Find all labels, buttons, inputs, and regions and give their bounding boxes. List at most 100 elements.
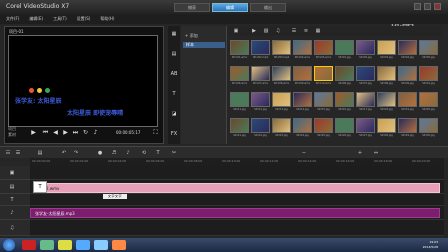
start-icon[interactable]: ⏮: [42, 129, 49, 136]
media-thumbnail[interactable]: [230, 118, 249, 133]
timeline-view-icon[interactable]: ☰: [14, 149, 22, 157]
import-icon[interactable]: ▣: [232, 27, 240, 35]
sort-icon[interactable]: ☰: [290, 27, 298, 35]
media-icon[interactable]: ▦: [170, 30, 178, 38]
video-filter-icon[interactable]: ▶: [250, 27, 258, 35]
media-thumbnail[interactable]: [314, 66, 333, 81]
overlay-track-icon[interactable]: ▤: [8, 183, 16, 191]
mode-clip[interactable]: 素材: [8, 132, 16, 138]
media-thumbnail[interactable]: [356, 92, 375, 107]
video-clip[interactable]: 2.wmv: [33, 183, 440, 193]
taskbar-app-2[interactable]: [40, 240, 54, 250]
media-thumbnail[interactable]: [377, 92, 396, 107]
zoom-out-icon[interactable]: −: [300, 149, 308, 157]
taskbar-app-4[interactable]: [76, 240, 90, 250]
toolbar-icon[interactable]: ▤: [36, 149, 44, 157]
system-clock[interactable]: 19:03 2014/5/28: [398, 240, 438, 250]
mixer-icon[interactable]: ♬: [110, 149, 118, 157]
automusic-icon[interactable]: ♪: [124, 149, 132, 157]
add-folder-button[interactable]: + 添加: [185, 33, 198, 39]
redo-icon[interactable]: ↷: [72, 149, 80, 157]
media-thumbnail[interactable]: [398, 118, 417, 133]
video-track[interactable]: [30, 166, 444, 180]
media-thumbnail[interactable]: [272, 92, 291, 107]
menu-help[interactable]: 帮助(H): [100, 14, 114, 24]
music-track-icon[interactable]: ♫: [8, 224, 16, 232]
menu-tools[interactable]: 工具(T): [53, 14, 67, 24]
media-thumbnail[interactable]: [377, 118, 396, 133]
timeline-ruler[interactable]: 00:00:00:00 00:00:02:00 00:00:04:00 00:00:0…: [30, 158, 444, 166]
media-thumbnail[interactable]: [335, 92, 354, 107]
record-icon[interactable]: ●: [96, 149, 104, 157]
media-thumbnail[interactable]: [293, 66, 312, 81]
media-thumbnail[interactable]: [419, 66, 438, 81]
media-thumbnail[interactable]: [356, 118, 375, 133]
undo-icon[interactable]: ↶: [60, 149, 68, 157]
play-icon[interactable]: ▶: [30, 129, 37, 136]
media-thumbnail[interactable]: [251, 40, 270, 55]
tab-share[interactable]: 输出: [250, 3, 286, 12]
forward-icon[interactable]: ▶: [62, 129, 69, 136]
title-track-icon[interactable]: T: [8, 196, 16, 204]
volume-icon[interactable]: ♪: [92, 129, 99, 136]
media-thumbnail[interactable]: [272, 118, 291, 133]
media-thumbnail[interactable]: [335, 40, 354, 55]
taskbar-app-5[interactable]: [94, 240, 108, 250]
media-thumbnail[interactable]: [251, 92, 270, 107]
photo-filter-icon[interactable]: ▨: [262, 27, 270, 35]
end-icon[interactable]: ⏭: [72, 129, 79, 136]
media-thumbnail[interactable]: [272, 40, 291, 55]
list-view-icon[interactable]: ≡: [302, 27, 310, 35]
media-thumbnail[interactable]: [314, 92, 333, 107]
media-thumbnail[interactable]: [356, 40, 375, 55]
tab-capture[interactable]: 捕获: [174, 3, 210, 12]
music-track[interactable]: [30, 220, 444, 236]
lyric-line-1[interactable]: 张学友: 太阳星辰: [15, 96, 62, 105]
media-thumbnail[interactable]: [314, 118, 333, 133]
audio-filter-icon[interactable]: ♫: [274, 27, 282, 35]
preview-screen[interactable]: 张学友: 太阳星辰 太阳星辰 即使宠辱晴: [8, 35, 158, 127]
title-icon[interactable]: T: [170, 90, 178, 98]
motion-icon[interactable]: ⟲: [140, 149, 148, 157]
lyric-line-2[interactable]: 太阳星辰 即使宠辱晴: [67, 108, 123, 117]
media-thumbnail[interactable]: [398, 40, 417, 55]
fullscreen-icon[interactable]: ⛶: [152, 129, 159, 136]
audio-clip[interactable]: 张学友-太阳星辰.mp3: [30, 208, 440, 218]
media-thumbnail[interactable]: [377, 40, 396, 55]
filter-icon[interactable]: FX: [170, 130, 178, 138]
media-thumbnail[interactable]: [251, 66, 270, 81]
video-track-icon[interactable]: ▣: [8, 169, 16, 177]
title-track[interactable]: [30, 194, 444, 206]
taskbar-app-1[interactable]: [22, 240, 36, 250]
media-thumbnail[interactable]: [398, 66, 417, 81]
taskbar-app-6[interactable]: [112, 240, 126, 250]
split-icon[interactable]: ✂: [170, 149, 178, 157]
minimize-button[interactable]: [414, 3, 421, 10]
media-thumbnail[interactable]: [293, 92, 312, 107]
close-button[interactable]: [434, 3, 441, 10]
media-thumbnail[interactable]: [356, 66, 375, 81]
thumb-view-icon[interactable]: ▦: [314, 27, 322, 35]
rewind-icon[interactable]: ◀: [52, 129, 59, 136]
taskbar-app-3[interactable]: [58, 240, 72, 250]
media-thumbnail[interactable]: [230, 92, 249, 107]
media-thumbnail[interactable]: [419, 40, 438, 55]
graphic-icon[interactable]: ◪: [170, 110, 178, 118]
media-thumbnail[interactable]: [335, 118, 354, 133]
title-clip[interactable]: T: [33, 181, 47, 193]
media-thumbnail[interactable]: [398, 92, 417, 107]
media-thumbnail[interactable]: [377, 66, 396, 81]
media-thumbnail[interactable]: [419, 118, 438, 133]
media-thumbnail[interactable]: [230, 66, 249, 81]
voice-track-icon[interactable]: ♪: [8, 209, 16, 217]
folder-samples[interactable]: 样本: [183, 42, 225, 48]
media-thumbnail[interactable]: [230, 40, 249, 55]
media-thumbnail[interactable]: [293, 118, 312, 133]
tab-edit[interactable]: 编辑: [212, 3, 248, 12]
maximize-button[interactable]: [424, 3, 431, 10]
media-thumbnail[interactable]: [335, 66, 354, 81]
zoom-in-icon[interactable]: +: [356, 149, 364, 157]
repeat-icon[interactable]: ↻: [82, 129, 89, 136]
transition-icon[interactable]: AB: [170, 70, 178, 78]
instant-project-icon[interactable]: ▤: [170, 50, 178, 58]
